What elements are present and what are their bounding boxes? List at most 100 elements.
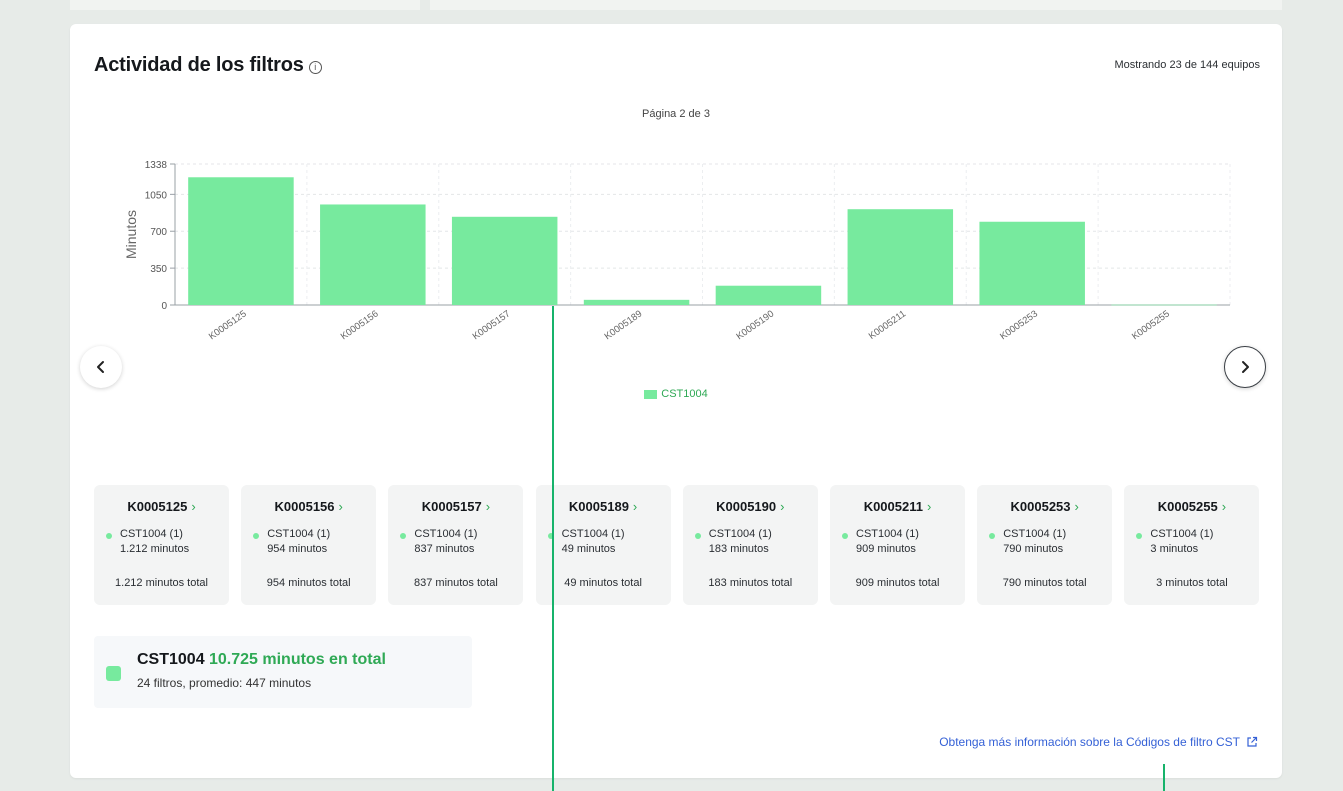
external-link-icon xyxy=(1247,736,1258,747)
equipment-id: K0005211 xyxy=(863,499,923,514)
x-tick-label: K0005211 xyxy=(867,308,908,341)
equipment-link[interactable]: K0005125 › xyxy=(94,499,229,514)
y-axis-label: Minutos xyxy=(123,210,139,259)
x-tick-label: K0005189 xyxy=(602,308,644,342)
y-tick-label: 0 xyxy=(161,301,167,312)
previous-page-button[interactable] xyxy=(80,346,122,388)
equipment-card[interactable]: K0005255 › CST1004 (1) 3 minutos 3 minutos t… xyxy=(1124,485,1260,605)
cursor-guide-line-2 xyxy=(1163,764,1165,791)
filter-code: CST1004 (1) xyxy=(414,528,478,540)
filter-minutes: 49 minutos xyxy=(561,543,616,555)
equipment-link[interactable]: K0005157 › xyxy=(388,499,523,514)
filter-code: CST1004 (1) xyxy=(856,528,919,540)
learn-more-label: Obtenga más información sobre la Códigos… xyxy=(939,735,1240,749)
filter-code: CST1004 (1) xyxy=(1150,528,1214,540)
x-tick-label: K0005156 xyxy=(339,308,381,342)
y-tick-label: 1338 xyxy=(145,160,168,171)
summary-panel: CST1004 10.725 minutos en total 24 filtr… xyxy=(94,636,472,708)
bar-K0005157 xyxy=(451,216,558,305)
bar-K0005255 xyxy=(1111,304,1217,306)
equipment-card[interactable]: K0005253 › CST1004 (1) 790 minutos 790 minut… xyxy=(977,485,1113,605)
series-dot xyxy=(989,533,996,539)
filter-activity-card: Actividad de los filtros i Mostrando 23 … xyxy=(70,24,1282,778)
bar-K0005211 xyxy=(847,209,954,305)
chevron-right-icon: › xyxy=(1221,499,1227,514)
equipment-link[interactable]: K0005156 › xyxy=(241,499,376,514)
filter-minutes: 183 minutos xyxy=(708,543,769,555)
filter-minutes: 954 minutos xyxy=(267,543,328,555)
next-page-button[interactable] xyxy=(1224,346,1266,388)
filter-code: CST1004 (1) xyxy=(267,528,331,540)
series-dot xyxy=(1136,533,1143,539)
legend-label: CST1004 xyxy=(661,388,708,400)
chevron-right-icon: › xyxy=(780,499,785,514)
x-tick-label: K0005255 xyxy=(1130,308,1172,342)
legend-swatch xyxy=(644,389,658,399)
chevron-left-icon xyxy=(97,361,104,373)
filter-minutes: 790 minutos xyxy=(1003,543,1064,555)
series-dot xyxy=(106,533,112,539)
equipment-total: 183 minutos total xyxy=(708,577,793,589)
equipment-id: K0005253 xyxy=(1010,499,1071,514)
equipment-card[interactable]: K0005125 › CST1004 (1) 1.212 minutos 1.212 m… xyxy=(94,485,229,605)
series-dot xyxy=(400,533,407,539)
equipment-id: K0005255 xyxy=(1157,499,1218,514)
chart-legend[interactable]: CST1004 xyxy=(70,388,1282,400)
bar-K0005125 xyxy=(188,177,294,305)
chevron-right-icon: › xyxy=(338,499,343,514)
summary-code: CST1004 xyxy=(137,651,205,668)
filter-minutes: 909 minutos xyxy=(856,543,916,555)
filter-minutes: 3 minutos xyxy=(1150,543,1199,555)
filter-minutes: 837 minutos xyxy=(414,543,475,555)
y-tick-label: 350 xyxy=(150,264,167,275)
equipment-id: K0005190 xyxy=(716,499,777,514)
filter-code: CST1004 (1) xyxy=(120,528,183,540)
equipment-total: 837 minutos total xyxy=(414,577,498,589)
filter-code: CST1004 (1) xyxy=(1003,528,1067,540)
bar-K0005190 xyxy=(715,285,822,305)
equipment-link[interactable]: K0005253 › xyxy=(977,499,1112,514)
equipment-link[interactable]: K0005211 › xyxy=(830,499,965,514)
cursor-guide-line xyxy=(552,306,554,791)
summary-total: 10.725 minutos en total xyxy=(209,651,386,668)
series-dot xyxy=(694,533,701,539)
y-tick-label: 1050 xyxy=(145,190,168,201)
equipment-link[interactable]: K0005190 › xyxy=(683,499,818,514)
filter-code: CST1004 (1) xyxy=(561,528,625,540)
equipment-total: 49 minutos total xyxy=(564,577,642,589)
equipment-card[interactable]: K0005157 › CST1004 (1) 837 minutos 837 minut… xyxy=(388,485,524,605)
equipment-link[interactable]: K0005255 › xyxy=(1124,499,1259,514)
x-tick-label: K0005157 xyxy=(471,308,513,342)
equipment-link[interactable]: K0005189 › xyxy=(536,499,671,514)
equipment-card[interactable]: K0005156 › CST1004 (1) 954 minutos 954 minut… xyxy=(241,485,377,605)
chevron-right-icon: › xyxy=(191,499,196,514)
x-tick-label: K0005190 xyxy=(734,308,776,342)
x-tick-label: K0005125 xyxy=(207,308,249,342)
equipment-id: K0005156 xyxy=(274,499,335,514)
bar-chart: 0 350 700 1050 1338 Minutos K0005125 K0005156 K0… xyxy=(123,160,1231,342)
equipment-card[interactable]: K0005211 › CST1004 (1) 909 minutos 909 minut… xyxy=(830,485,965,605)
y-tick-label: 700 xyxy=(150,227,167,238)
chevron-right-icon xyxy=(1242,361,1249,373)
equipment-total: 3 minutos total xyxy=(1156,577,1228,589)
bar-K0005189 xyxy=(583,299,690,305)
equipment-card[interactable]: K0005189 › CST1004 (1) 49 minutos 49 minutos… xyxy=(535,485,671,605)
series-dot xyxy=(842,533,848,539)
filter-code: CST1004 (1) xyxy=(708,528,772,540)
bar-K0005156 xyxy=(320,204,426,305)
equipment-id: K0005157 xyxy=(421,499,482,514)
x-tick-label: K0005253 xyxy=(998,308,1040,342)
summary-swatch xyxy=(106,666,121,681)
series-dot xyxy=(253,533,260,539)
learn-more-link[interactable]: Obtenga más información sobre la Códigos… xyxy=(939,735,1258,749)
chevron-right-icon: › xyxy=(632,499,638,514)
equipment-id: K0005125 xyxy=(127,499,188,514)
chevron-right-icon: › xyxy=(485,499,491,514)
filter-minutes: 1.212 minutos xyxy=(120,543,190,555)
equipment-total: 1.212 minutos total xyxy=(115,577,208,589)
equipment-card[interactable]: K0005190 › CST1004 (1) 183 minutos 183 minut… xyxy=(682,485,818,605)
equipment-total: 790 minutos total xyxy=(1002,577,1087,589)
equipment-total: 909 minutos total xyxy=(855,577,940,589)
summary-subtitle: 24 filtros, promedio: 447 minutos xyxy=(137,676,312,690)
equipment-total: 954 minutos total xyxy=(266,577,351,589)
